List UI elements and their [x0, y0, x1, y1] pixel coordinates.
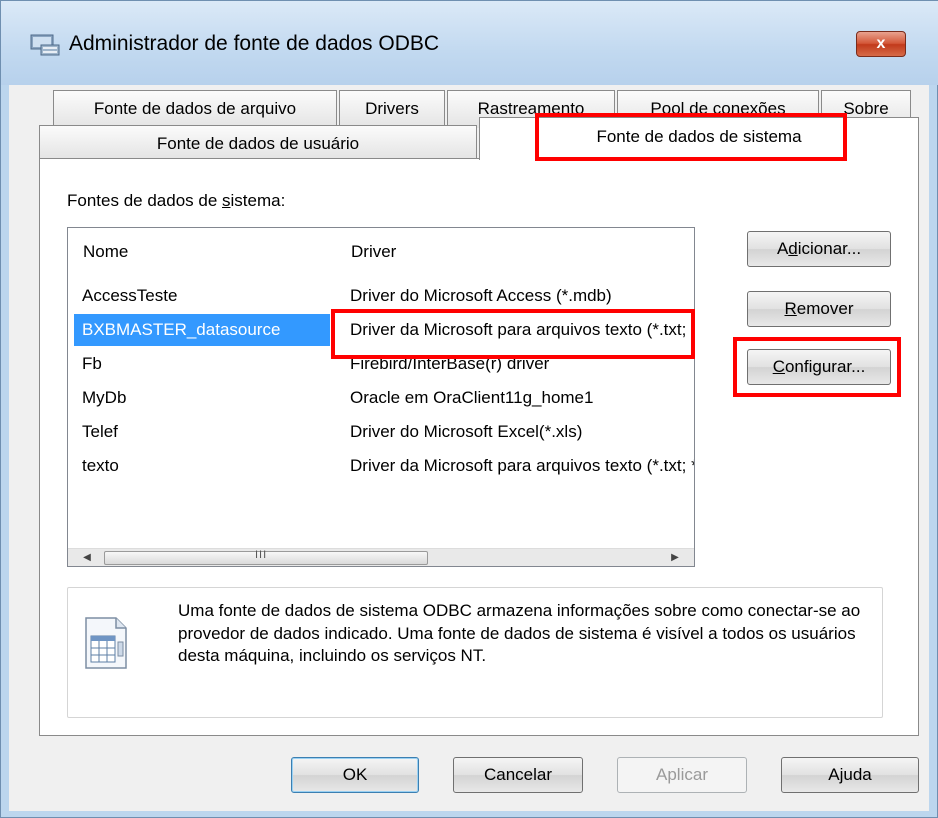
close-button[interactable]: x	[856, 31, 906, 57]
window-title: Administrador de fonte de dados ODBC	[69, 32, 440, 55]
row-driver: Oracle em OraClient11g_home1	[350, 388, 594, 407]
highlight-selected-driver	[331, 309, 695, 359]
row-name: BXBMASTER_datasource	[74, 314, 330, 346]
tab-label: Sobre	[843, 99, 889, 118]
tab-label: Drivers	[365, 99, 419, 118]
system-data-sources-label: Fontes de dados de sistema:	[67, 191, 286, 210]
scrollbar-grip: III	[255, 549, 268, 561]
row-name: AccessTeste	[82, 286, 178, 305]
scroll-right-icon[interactable]: ▶	[666, 549, 684, 566]
column-header-name[interactable]: Nome	[68, 228, 336, 276]
row-name: Telef	[82, 422, 118, 441]
odbc-app-icon	[29, 31, 61, 57]
apply-button[interactable]: Aplicar	[617, 757, 747, 793]
cancel-button[interactable]: Cancelar	[453, 757, 583, 793]
remove-button[interactable]: Remover	[747, 291, 891, 327]
info-box: Uma fonte de dados de sistema ODBC armaz…	[67, 587, 883, 718]
row-name: Fb	[82, 354, 102, 373]
tab-label: Fonte de dados de usuário	[156, 134, 360, 153]
list-item[interactable]: MyDb Oracle em OraClient11g_home1	[68, 382, 694, 416]
horizontal-scrollbar[interactable]: ◀ III ▶	[68, 548, 694, 566]
help-button[interactable]: Ajuda	[781, 757, 919, 793]
list-item[interactable]: texto Driver da Microsoft para arquivos …	[68, 450, 694, 484]
scroll-left-icon[interactable]: ◀	[78, 549, 96, 566]
title-bar[interactable]: Administrador de fonte de dados ODBC x	[1, 1, 938, 85]
row-name: texto	[82, 456, 119, 475]
row-driver: Driver do Microsoft Excel(*.xls)	[350, 422, 583, 441]
data-source-list[interactable]: Nome Driver AccessTeste Driver do Micros…	[67, 227, 695, 567]
row-driver: Driver da Microsoft para arquivos texto …	[350, 456, 694, 475]
highlight-system-dsn-tab	[535, 113, 847, 161]
ok-button[interactable]: OK	[291, 757, 419, 793]
row-name: MyDb	[82, 388, 127, 407]
tab-user-dsn[interactable]: Fonte de dados de usuário	[39, 125, 477, 159]
tab-file-dsn[interactable]: Fonte de dados de arquivo	[53, 90, 337, 128]
data-table-icon	[82, 612, 130, 674]
odbc-dialog-window: Administrador de fonte de dados ODBC x F…	[0, 0, 938, 818]
info-description: Uma fonte de dados de sistema ODBC armaz…	[178, 601, 861, 665]
close-icon: x	[876, 35, 886, 52]
column-header-driver[interactable]: Driver	[336, 228, 694, 276]
highlight-configure-button	[733, 337, 901, 397]
tab-label: Fonte de dados de arquivo	[93, 99, 297, 118]
tab-drivers[interactable]: Drivers	[339, 90, 445, 128]
list-item[interactable]: Telef Driver do Microsoft Excel(*.xls)	[68, 416, 694, 450]
scrollbar-thumb[interactable]: III	[104, 549, 428, 565]
row-driver: Driver do Microsoft Access (*.mdb)	[350, 286, 612, 305]
add-button[interactable]: Adicionar...	[747, 231, 891, 267]
